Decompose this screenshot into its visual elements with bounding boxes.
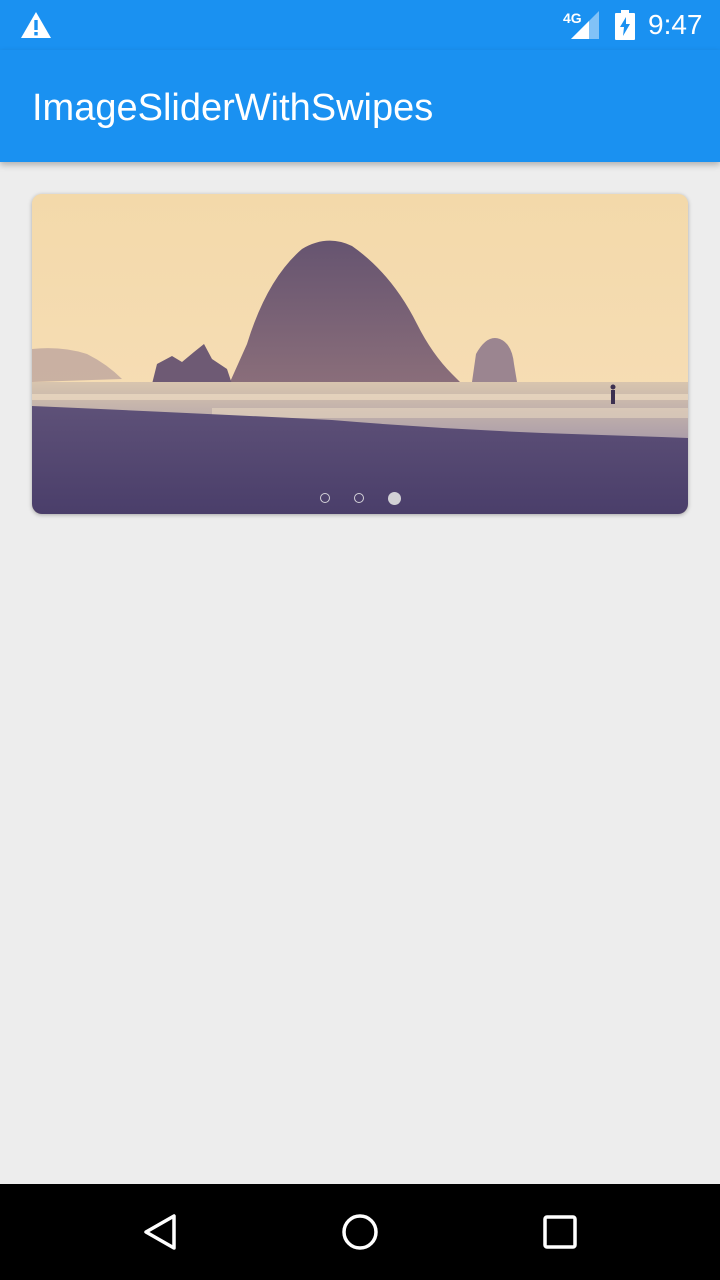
navigation-bar xyxy=(0,1184,720,1280)
slide-indicator xyxy=(32,492,688,505)
slide-image xyxy=(32,194,688,514)
slide-dot-1[interactable] xyxy=(319,493,330,503)
slide-dot-2[interactable] xyxy=(353,493,364,503)
app-bar: ImageSliderWithSwipes xyxy=(0,50,720,162)
battery-charging-icon xyxy=(615,10,635,40)
warning-icon xyxy=(21,12,51,38)
clock: 9:47 xyxy=(648,9,703,40)
home-icon[interactable] xyxy=(340,1212,380,1252)
image-slider[interactable] xyxy=(32,194,688,514)
status-bar: 4G 9:47 xyxy=(0,0,720,50)
back-icon[interactable] xyxy=(140,1212,180,1252)
signal-icon xyxy=(571,11,599,39)
recents-icon[interactable] xyxy=(542,1212,578,1252)
app-title: ImageSliderWithSwipes xyxy=(32,87,434,129)
slide-dot-3-active[interactable] xyxy=(387,492,401,505)
main-content xyxy=(0,162,720,1184)
